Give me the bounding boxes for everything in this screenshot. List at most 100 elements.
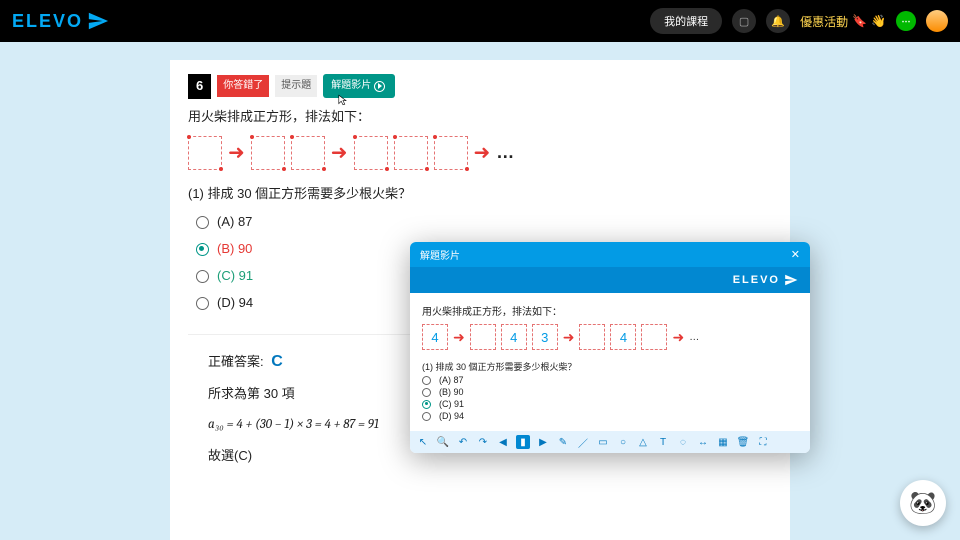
explain-video-button[interactable]: 解題影片 xyxy=(323,74,395,98)
option-text: (B) 90 xyxy=(217,239,252,260)
answer-letter: C xyxy=(271,353,283,370)
wrong-badge: 你答錯了 xyxy=(217,75,269,97)
radio-icon xyxy=(196,216,209,229)
stage: 6 你答錯了 提示題 解題影片 用火柴排成正方形，排法如下： ➜ ➜ ➜ … (… xyxy=(0,42,960,540)
square-icon: 4 xyxy=(501,324,527,350)
bell-icon[interactable]: 🔔 xyxy=(766,9,790,33)
rect-icon[interactable]: ▭ xyxy=(596,435,610,449)
arrow-right-icon: ➜ xyxy=(672,329,684,346)
arrow-tool-icon[interactable]: ↔ xyxy=(696,435,710,449)
cursor-icon xyxy=(337,92,349,108)
pen-icon[interactable]: ✎ xyxy=(556,435,570,449)
question-header: 6 你答錯了 提示題 解題影片 xyxy=(188,74,772,99)
modal-diagram: 4➜43➜4➜… xyxy=(422,324,798,350)
line-icon[interactable]: ／ xyxy=(576,435,590,449)
radio-icon xyxy=(196,243,209,256)
help-bot-button[interactable]: 🐼 xyxy=(900,480,946,526)
arrow-right-icon: ➜ xyxy=(331,137,348,169)
modal-body: 用火柴排成正方形，排法如下： 4➜43➜4➜… (1) 排成 30 個正方形需要… xyxy=(410,293,810,431)
option-text: (A) 87 xyxy=(217,212,252,233)
matchstick-diagram: ➜ ➜ ➜ … xyxy=(188,136,772,170)
calendar-icon[interactable]: ▢ xyxy=(732,9,756,33)
answer-label: 正確答案: xyxy=(208,354,264,369)
radio-icon xyxy=(196,297,209,310)
promo-link[interactable]: 優惠活動 🔖 👋 xyxy=(800,13,886,30)
topbar-right: 我的課程 ▢ 🔔 優惠活動 🔖 👋 ⋯ xyxy=(650,8,948,34)
arrow-right-icon: ➜ xyxy=(453,329,465,346)
modal-option[interactable]: (B) 90 xyxy=(422,387,798,397)
square-icon xyxy=(354,136,388,170)
ellipsis: … xyxy=(689,332,699,343)
modal-option[interactable]: (C) 91 xyxy=(422,399,798,409)
modal-stem: 用火柴排成正方形，排法如下： xyxy=(422,303,798,318)
option-text: (B) 90 xyxy=(439,387,464,397)
hand-icon: 👋 xyxy=(871,14,886,28)
triangle-icon[interactable]: △ xyxy=(636,435,650,449)
close-icon[interactable]: ✕ xyxy=(791,248,800,261)
square-icon xyxy=(434,136,468,170)
my-courses-button[interactable]: 我的課程 xyxy=(650,8,722,34)
modal-brandbar: ELEVO xyxy=(410,267,810,293)
text-icon[interactable]: T xyxy=(656,435,670,449)
paper-plane-icon xyxy=(87,10,109,32)
arrow-right-icon: ➜ xyxy=(228,137,245,169)
modal-sub: (1) 排成 30 個正方形需要多少根火柴？ xyxy=(422,360,798,373)
option-text: (C) 91 xyxy=(217,266,253,287)
promo-flag-icon: 🔖 xyxy=(852,14,867,28)
play-icon xyxy=(374,81,385,92)
square-icon xyxy=(394,136,428,170)
grid-icon[interactable]: ▦ xyxy=(716,435,730,449)
square-icon xyxy=(291,136,325,170)
retry-pill[interactable]: 提示題 xyxy=(275,75,317,97)
paper-plane-icon xyxy=(784,273,798,287)
option-text: (D) 94 xyxy=(439,411,464,421)
radio-icon xyxy=(422,400,431,409)
zoom-icon[interactable]: 🔍 xyxy=(436,435,450,449)
modal-option[interactable]: (A) 87 xyxy=(422,375,798,385)
square-icon xyxy=(470,324,496,350)
question-sub: (1) 排成 30 個正方形需要多少根火柴？ xyxy=(188,184,772,205)
avatar[interactable] xyxy=(926,10,948,32)
video-modal: 解題影片 ✕ ELEVO 用火柴排成正方形，排法如下： 4➜43➜4➜… (1)… xyxy=(410,242,810,453)
modal-title: 解題影片 xyxy=(420,247,460,262)
modal-options: (A) 87 (B) 90 (C) 91 (D) 94 xyxy=(422,375,798,421)
arrow-right-icon: ➜ xyxy=(563,329,575,346)
topbar: ELEVO 我的課程 ▢ 🔔 優惠活動 🔖 👋 ⋯ xyxy=(0,0,960,42)
question-number: 6 xyxy=(188,74,211,99)
redo-icon[interactable]: ↷ xyxy=(476,435,490,449)
undo-icon[interactable]: ↶ xyxy=(456,435,470,449)
whiteboard-toolbar: ↖ 🔍 ↶ ↷ ◀ ▮ ▶ ✎ ／ ▭ ○ △ T ◌ ↔ ▦ 🗑 ⛶ xyxy=(410,431,810,453)
radio-icon xyxy=(196,270,209,283)
circle-icon[interactable]: ○ xyxy=(616,435,630,449)
ellipsis: … xyxy=(496,138,517,167)
trash-icon[interactable]: 🗑 xyxy=(736,435,750,449)
brand-logo[interactable]: ELEVO xyxy=(12,10,109,32)
square-icon xyxy=(579,324,605,350)
square-icon: 4 xyxy=(422,324,448,350)
radio-icon xyxy=(422,376,431,385)
radio-icon xyxy=(422,412,431,421)
question-stem: 用火柴排成正方形，排法如下： xyxy=(188,107,772,128)
prev-icon[interactable]: ◀ xyxy=(496,435,510,449)
option-text: (D) 94 xyxy=(217,293,253,314)
option-text: (A) 87 xyxy=(439,375,464,385)
line-icon[interactable]: ⋯ xyxy=(896,11,916,31)
modal-header[interactable]: 解題影片 ✕ xyxy=(410,242,810,267)
eraser-icon[interactable]: ◌ xyxy=(676,435,690,449)
modal-brand: ELEVO xyxy=(733,274,780,286)
page-indicator[interactable]: ▮ xyxy=(516,435,530,449)
option-A[interactable]: (A) 87 xyxy=(196,212,772,233)
square-icon xyxy=(641,324,667,350)
square-icon xyxy=(251,136,285,170)
pointer-icon[interactable]: ↖ xyxy=(416,435,430,449)
brand-text: ELEVO xyxy=(12,11,83,32)
fullscreen-icon[interactable]: ⛶ xyxy=(756,435,770,449)
square-icon xyxy=(188,136,222,170)
promo-text: 優惠活動 xyxy=(800,13,848,30)
next-icon[interactable]: ▶ xyxy=(536,435,550,449)
radio-icon xyxy=(422,388,431,397)
modal-option[interactable]: (D) 94 xyxy=(422,411,798,421)
bot-face-icon: 🐼 xyxy=(909,490,936,516)
option-text: (C) 91 xyxy=(439,399,464,409)
square-icon: 4 xyxy=(610,324,636,350)
